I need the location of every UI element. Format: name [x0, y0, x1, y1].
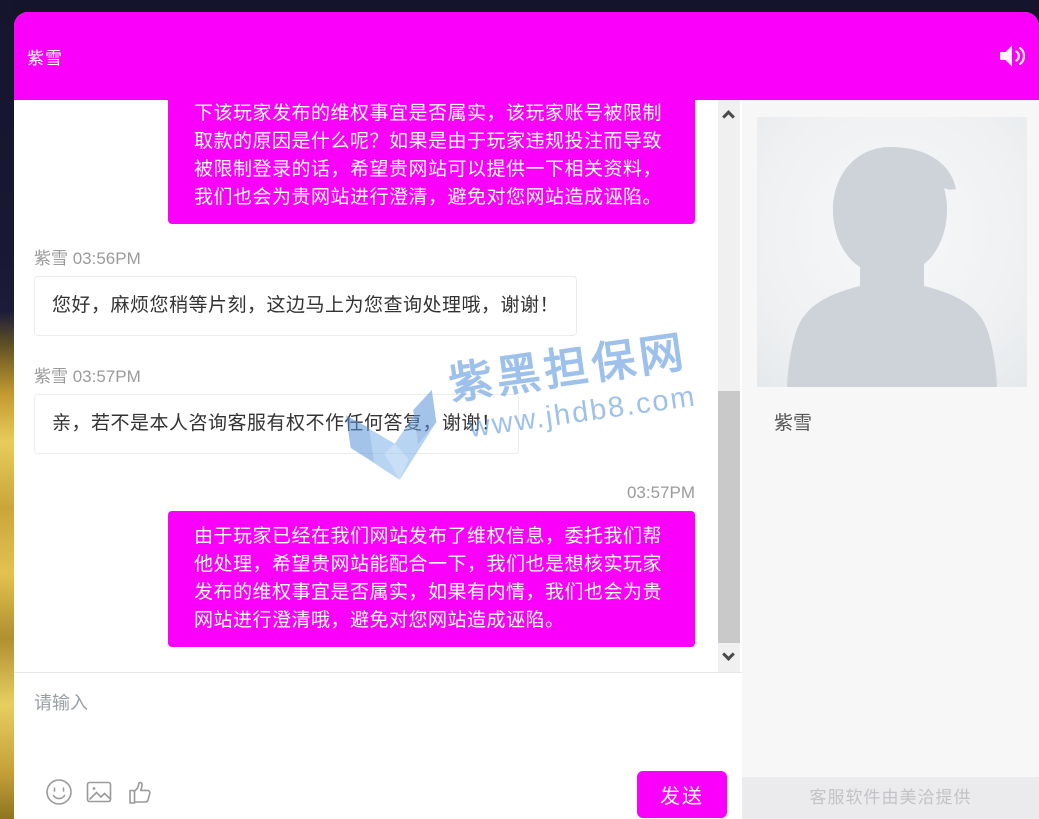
message-meta: 紫雪 03:56PM [34, 250, 742, 268]
smiley-emoji-icon[interactable] [45, 778, 73, 806]
agent-name: 紫雪 [774, 408, 1027, 435]
scroll-up-arrow[interactable] [722, 110, 735, 123]
message-meta: 03:57PM [34, 484, 695, 502]
agent-avatar [757, 117, 1027, 387]
chat-pane: 下该玩家发布的维权事宜是否属实，该玩家账号被限制取款的原因是什么呢？如果是由于玩… [14, 100, 742, 819]
speaker-volume-icon[interactable] [997, 43, 1027, 69]
page-background-strip [0, 0, 14, 819]
chat-bubble-incoming: 您好，麻烦您稍等片刻，这边马上为您查询处理哦，谢谢！ [34, 276, 577, 336]
input-toolbar [45, 777, 157, 807]
provider-footer: 客服软件由美洽提供 [742, 777, 1039, 819]
chat-header-title: 紫雪 [27, 44, 63, 69]
chat-bubble-incoming: 亲，若不是本人咨询客服有权不作任何答复，谢谢！ [34, 394, 519, 454]
agent-sidebar: 紫雪 客服软件由美洽提供 [742, 100, 1039, 819]
message-input[interactable] [34, 689, 634, 759]
message-meta: 紫雪 03:57PM [34, 368, 742, 386]
send-button[interactable]: 发送 [637, 771, 727, 818]
chat-window: 紫雪 下该玩家发布的维权事宜是否属实，该玩家账号被限制取款的原因是什么呢？如果是… [14, 12, 1039, 819]
chat-bubble-outgoing: 下该玩家发布的维权事宜是否属实，该玩家账号被限制取款的原因是什么呢？如果是由于玩… [168, 100, 695, 224]
chat-header: 紫雪 [14, 12, 1039, 100]
image-upload-icon[interactable] [85, 778, 113, 806]
message-list[interactable]: 下该玩家发布的维权事宜是否属实，该玩家账号被限制取款的原因是什么呢？如果是由于玩… [14, 100, 742, 672]
chat-bubble-outgoing: 由于玩家已经在我们网站发布了维权信息，委托我们帮他处理，希望贵网站能配合一下，我… [168, 511, 695, 647]
chat-scrollbar[interactable] [718, 100, 740, 672]
message-input-area: 发送 [14, 672, 742, 819]
scrollbar-thumb[interactable] [718, 391, 740, 643]
thumbs-up-icon[interactable] [125, 777, 157, 807]
scroll-down-arrow[interactable] [722, 648, 735, 661]
